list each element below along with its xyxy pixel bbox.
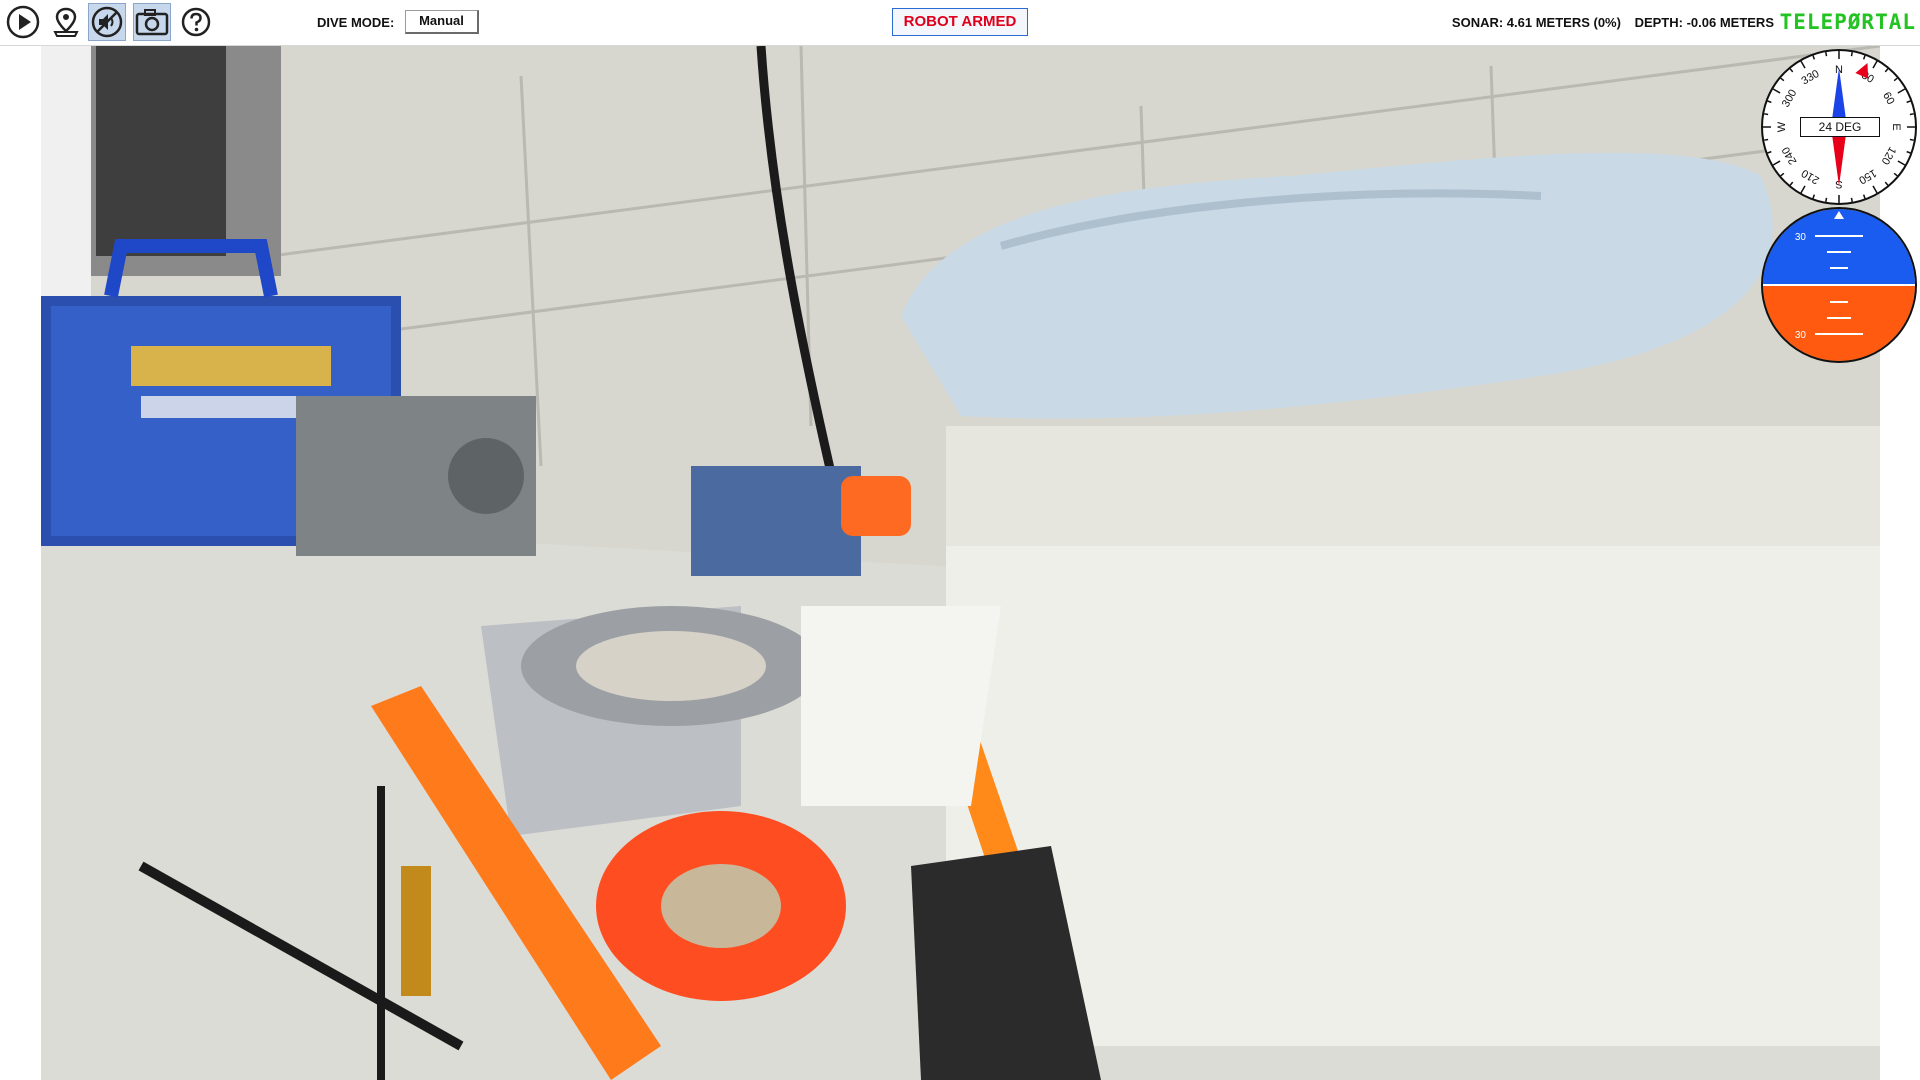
ground-area [1763,285,1915,361]
compass-tick [1850,197,1853,202]
compass-tick [1909,113,1914,116]
heading-readout: 24 DEG [1800,117,1880,137]
camera-icon [135,9,169,36]
dive-mode-select[interactable]: Manual [405,10,479,34]
top-toolbar: DIVE MODE: Manual ROBOT ARMED SONAR: 4.6… [0,0,1920,46]
compass-tick [1850,52,1853,57]
help-button[interactable] [177,3,215,41]
brand-logo: TELEPØRTAL [1779,10,1916,34]
compass-tick [1825,197,1828,202]
attitude-indicator: 30 30 [1761,207,1917,363]
compass-cardinal-w: W [1776,121,1788,132]
pitch-label-up: 30 [1795,232,1807,243]
compass-tick [1909,138,1914,141]
robot-armed-status[interactable]: ROBOT ARMED [892,8,1028,36]
compass-tick [1764,138,1769,141]
camera-video-feed [41,46,1880,1080]
camera-button[interactable] [133,3,171,41]
pitch-label-down: 30 [1795,330,1807,341]
telemetry-readout: SONAR: 4.61 METERS (0%) DEPTH: -0.06 MET… [1442,15,1774,30]
compass-tick [1764,113,1769,116]
location-pin-icon [53,7,79,37]
speaker-icon [91,6,123,38]
audio-toggle-button[interactable] [88,3,126,41]
dive-mode-label: DIVE MODE: [317,15,395,30]
location-button[interactable] [47,3,85,41]
sonar-readout: SONAR: 4.61 METERS (0%) [1451,15,1621,30]
compass-cardinal-e: E [1890,123,1902,130]
help-icon [181,7,211,37]
play-button[interactable] [4,3,42,41]
depth-readout: DEPTH: -0.06 METERS [1634,15,1774,30]
compass-tick [1825,52,1828,57]
play-icon [6,5,40,39]
video-scene [41,46,1880,1080]
